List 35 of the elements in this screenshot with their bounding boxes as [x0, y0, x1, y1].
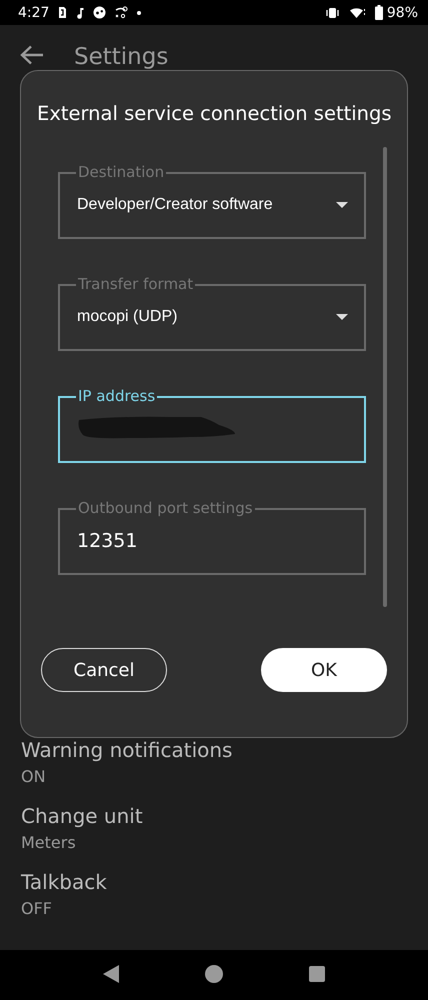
battery-icon [374, 5, 383, 20]
wifi-icon [348, 6, 366, 19]
setting-title: Talkback [21, 870, 108, 894]
gamepad-icon [93, 6, 106, 19]
dropdown-caret-icon [336, 314, 348, 320]
setting-value: ON [21, 767, 47, 787]
dot-icon [137, 10, 142, 14]
screen-title: Settings [74, 42, 168, 70]
dropdown-caret-icon [336, 202, 348, 208]
cancel-button[interactable]: Cancel [41, 648, 167, 692]
ok-button[interactable]: OK [261, 648, 387, 692]
sim-card-icon [58, 6, 68, 19]
field-label: IP address [78, 387, 156, 405]
vibrate-icon [324, 6, 340, 18]
setting-title: Warning notifications [21, 738, 234, 762]
dropdown-field[interactable]: Transfer format mocopi (UDP) [58, 277, 366, 351]
field-value: 12351 [77, 530, 138, 552]
recents-square-icon[interactable] [309, 966, 325, 982]
back-arrow-icon [20, 45, 44, 65]
scrollbar[interactable] [383, 147, 387, 607]
setting-title: Change unit [21, 804, 144, 828]
clock-time: 4:27 [18, 4, 50, 20]
setting-value: Meters [21, 833, 77, 853]
field-label: Transfer format [78, 275, 194, 293]
setting-value: OFF [21, 899, 53, 919]
recents-button[interactable] [309, 966, 325, 984]
battery-percent: 98% [386, 4, 418, 20]
music-note-icon [76, 6, 84, 18]
field-value: Developer/Creator software [77, 196, 274, 214]
field-value: mocopi (UDP) [77, 308, 178, 326]
input-field[interactable]: IP address [58, 389, 366, 463]
field-label: Destination [78, 163, 164, 181]
dropdown-field[interactable]: Destination Developer/Creator software [58, 165, 366, 239]
field-label: Outbound port settings [78, 499, 253, 517]
input-field[interactable]: Outbound port settings 12351 [58, 501, 366, 575]
